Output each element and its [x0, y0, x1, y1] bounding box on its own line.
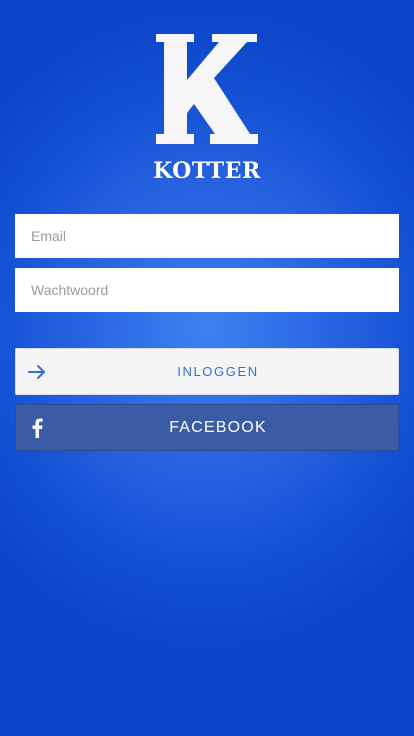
login-button-label: INLOGGEN [177, 364, 259, 379]
login-screen: KOTTER INLOGGEN FACEBOOK [0, 0, 414, 736]
kotter-k-logo-icon [156, 34, 258, 144]
email-field[interactable] [15, 214, 399, 258]
facebook-icon [26, 417, 48, 439]
password-field[interactable] [15, 268, 399, 312]
arrow-right-icon [26, 361, 48, 383]
brand-name: KOTTER [153, 158, 261, 184]
logo [0, 34, 414, 144]
login-button[interactable]: INLOGGEN [15, 348, 399, 395]
facebook-login-button[interactable]: FACEBOOK [15, 404, 399, 451]
facebook-button-label: FACEBOOK [169, 418, 267, 436]
